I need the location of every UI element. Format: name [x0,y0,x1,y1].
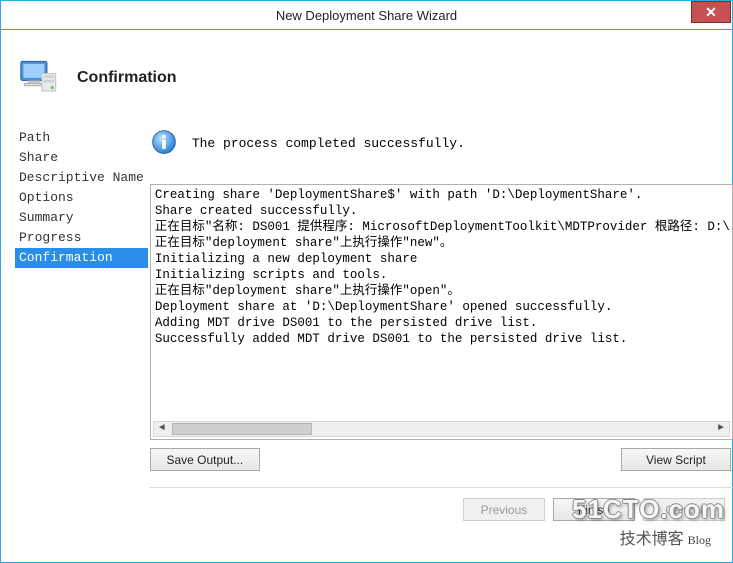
wizard-header: Confirmation [11,48,722,108]
wizard-window: New Deployment Share Wizard ✕ Confirmati… [0,0,733,563]
wizard-main: The process completed successfully. Crea… [148,126,733,554]
scroll-right-icon[interactable]: ► [713,422,729,436]
close-icon: ✕ [705,4,717,21]
info-icon [150,128,178,159]
status-message: The process completed successfully. [192,136,465,151]
view-script-button[interactable]: View Script [621,448,731,471]
nav-item-progress[interactable]: Progress [15,228,148,248]
scroll-left-icon[interactable]: ◄ [154,422,170,436]
nav-item-confirmation[interactable]: Confirmation [15,248,148,268]
horizontal-scrollbar[interactable]: ◄ ► [153,421,730,437]
nav-item-descriptive-name[interactable]: Descriptive Name [15,168,148,188]
nav-item-path[interactable]: Path [15,128,148,148]
previous-button: Previous [463,498,545,521]
window-title: New Deployment Share Wizard [1,8,732,23]
wizard-nav: Path Share Descriptive Name Options Summ… [11,126,148,554]
wizard-content: Path Share Descriptive Name Options Summ… [11,126,722,554]
nav-item-summary[interactable]: Summary [15,208,148,228]
close-button[interactable]: ✕ [691,1,731,23]
save-output-button[interactable]: Save Output... [150,448,260,471]
computer-icon [19,57,61,100]
output-buttons: Save Output... View Script [150,448,733,471]
nav-item-share[interactable]: Share [15,148,148,168]
wizard-footer: Previous Finish Cancel [150,487,733,525]
status-row: The process completed successfully. [150,126,733,160]
scroll-thumb[interactable] [172,423,312,435]
titlebar: New Deployment Share Wizard ✕ [1,1,732,30]
wizard-body: Confirmation Path Share Descriptive Name… [1,30,732,562]
finish-button[interactable]: Finish [553,498,635,521]
nav-item-options[interactable]: Options [15,188,148,208]
page-title: Confirmation [77,69,177,87]
cancel-button: Cancel [643,498,725,521]
log-output[interactable]: Creating share 'DeploymentShare$' with p… [150,184,733,440]
